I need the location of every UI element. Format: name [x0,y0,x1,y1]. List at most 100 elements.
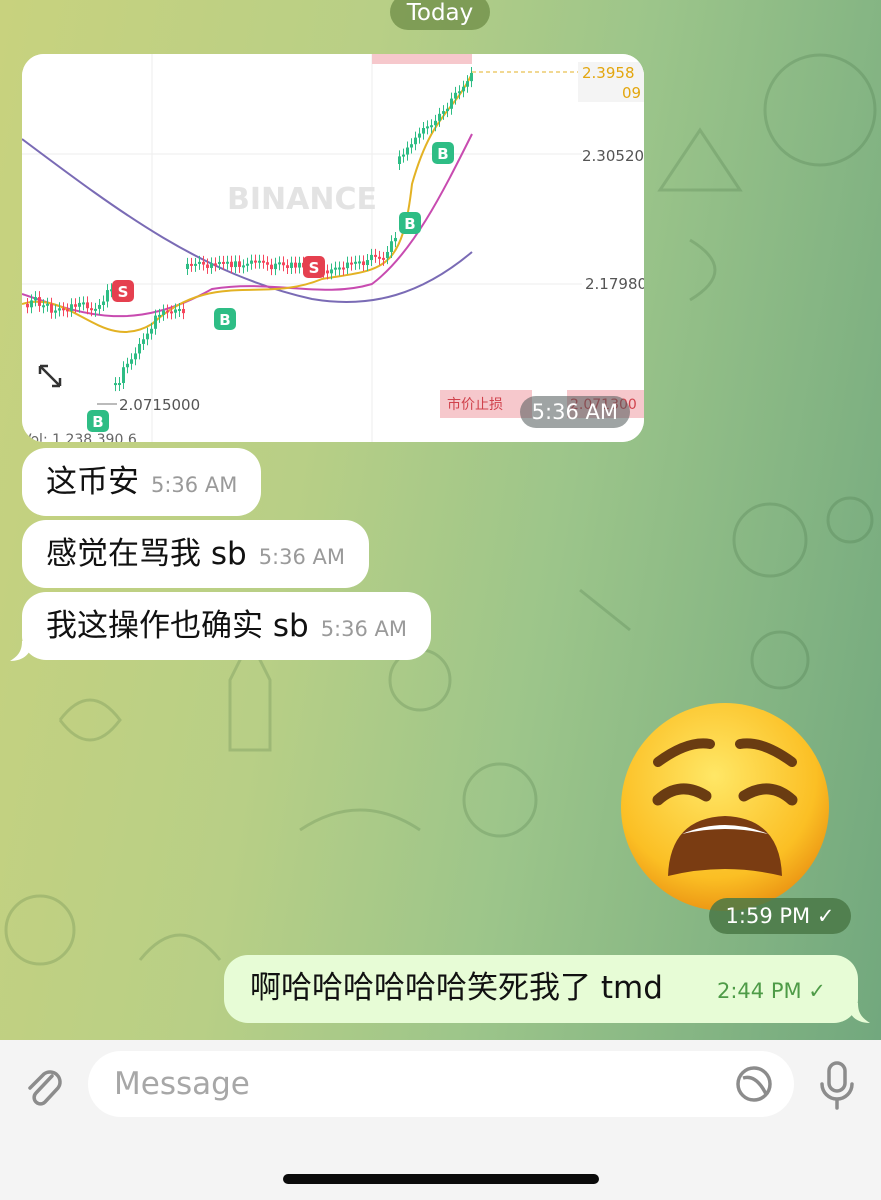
price-label-2: 2.17980 [585,275,644,293]
candle-body [342,268,345,270]
candle-body [390,241,393,252]
message-time: 2:44 PM ✓ [717,958,826,1024]
candle-body [46,304,49,306]
stop-loss-button: 市价止损 [447,396,503,413]
candle-body [94,309,97,311]
low-price-label: 2.0715000 [119,396,200,414]
candle-body [446,109,449,111]
candle-body [398,156,401,164]
microphone-icon[interactable] [816,1060,858,1112]
candle-body [142,339,145,344]
candle-body [198,262,201,264]
svg-text:B: B [437,145,448,163]
candle-body [374,255,377,257]
candle-body [154,316,157,329]
candle-body [82,302,85,304]
candle-body [430,125,433,127]
candle-body [210,263,213,268]
candle-body [106,290,109,301]
chart-screenshot-message[interactable]: BINANCE 2.3958 09 2.30520 2.17980 2.0715… [22,54,644,442]
candle-body [190,264,193,266]
candle-body [382,258,385,260]
message-text: 我这操作也确实 sb [46,608,309,644]
candle-body [118,383,121,385]
buy-marker: B [399,212,421,234]
candle-body [86,302,89,308]
price-tag-top-suffix: 09 [622,84,641,102]
candle-body [182,309,185,313]
candle-body [262,261,265,263]
price-label-1: 2.30520 [582,147,644,165]
incoming-message[interactable]: 我这操作也确实 sb 5:36 AM [22,592,431,660]
candle-body [130,359,133,363]
svg-text:S: S [118,283,129,301]
candle-body [234,261,237,267]
message-input[interactable]: Message [88,1051,794,1117]
candle-body [226,262,229,264]
svg-text:B: B [92,413,103,431]
message-time: 1:59 PM ✓ [709,898,851,934]
buy-marker: B [214,308,236,330]
candle-body [158,315,161,317]
candle-body [54,310,57,312]
date-separator: Today [390,0,490,30]
message-placeholder: Message [114,1051,250,1117]
candle-body [126,364,129,367]
candle-body [422,128,425,134]
candle-body [290,263,293,268]
buy-marker: B [432,142,454,164]
candle-body [442,111,445,114]
candle-body [274,264,277,269]
message-time: 5:36 AM [151,473,237,497]
weary-face-icon [618,700,832,914]
candle-body [170,311,173,313]
candle-body [338,268,341,270]
candle-body [238,261,241,267]
candle-body [150,329,153,334]
weary-face-emoji-message[interactable] [618,700,832,914]
buy-marker: B [87,410,109,432]
incoming-message[interactable]: 这币安 5:36 AM [22,448,261,516]
candle-body [70,304,73,311]
sticker-icon[interactable] [734,1064,774,1104]
candle-body [138,344,141,353]
candle-body [34,297,37,300]
candle-body [218,262,221,264]
bubble-tail [848,1003,870,1025]
candle-body [166,311,169,313]
candle-body [286,265,289,268]
watermark-text: BINANCE [227,182,377,217]
attachment-icon[interactable] [20,1062,68,1110]
candle-body [186,264,189,269]
candle-body [66,309,69,311]
candle-body [282,262,285,265]
candle-body [62,308,65,310]
candle-body [366,260,369,265]
home-indicator [283,1174,599,1184]
candle-body [42,305,45,307]
candle-body [258,261,261,263]
candle-body [102,302,105,305]
candle-body [402,155,405,157]
outgoing-message[interactable]: 啊哈哈哈哈哈哈笑死我了 tmd 2:44 PM ✓ [224,955,858,1023]
message-text: 感觉在骂我 sb [46,536,247,572]
candle-body [134,353,137,359]
candle-body [326,270,329,273]
candle-body [202,262,205,265]
candle-body [270,265,273,269]
candle-body [358,261,361,263]
candle-body [78,303,81,307]
candle-body [114,383,117,385]
candle-body [178,309,181,311]
candle-body [146,334,149,340]
candle-body [98,305,101,309]
message-time: 5:36 AM [321,617,407,641]
candle-body [74,304,77,307]
candle-body [50,304,53,313]
svg-text:B: B [404,215,415,233]
candle-body [346,263,349,269]
candle-body [298,263,301,268]
candle-body [254,261,257,263]
incoming-message[interactable]: 感觉在骂我 sb 5:36 AM [22,520,369,588]
candle-body [174,309,177,312]
